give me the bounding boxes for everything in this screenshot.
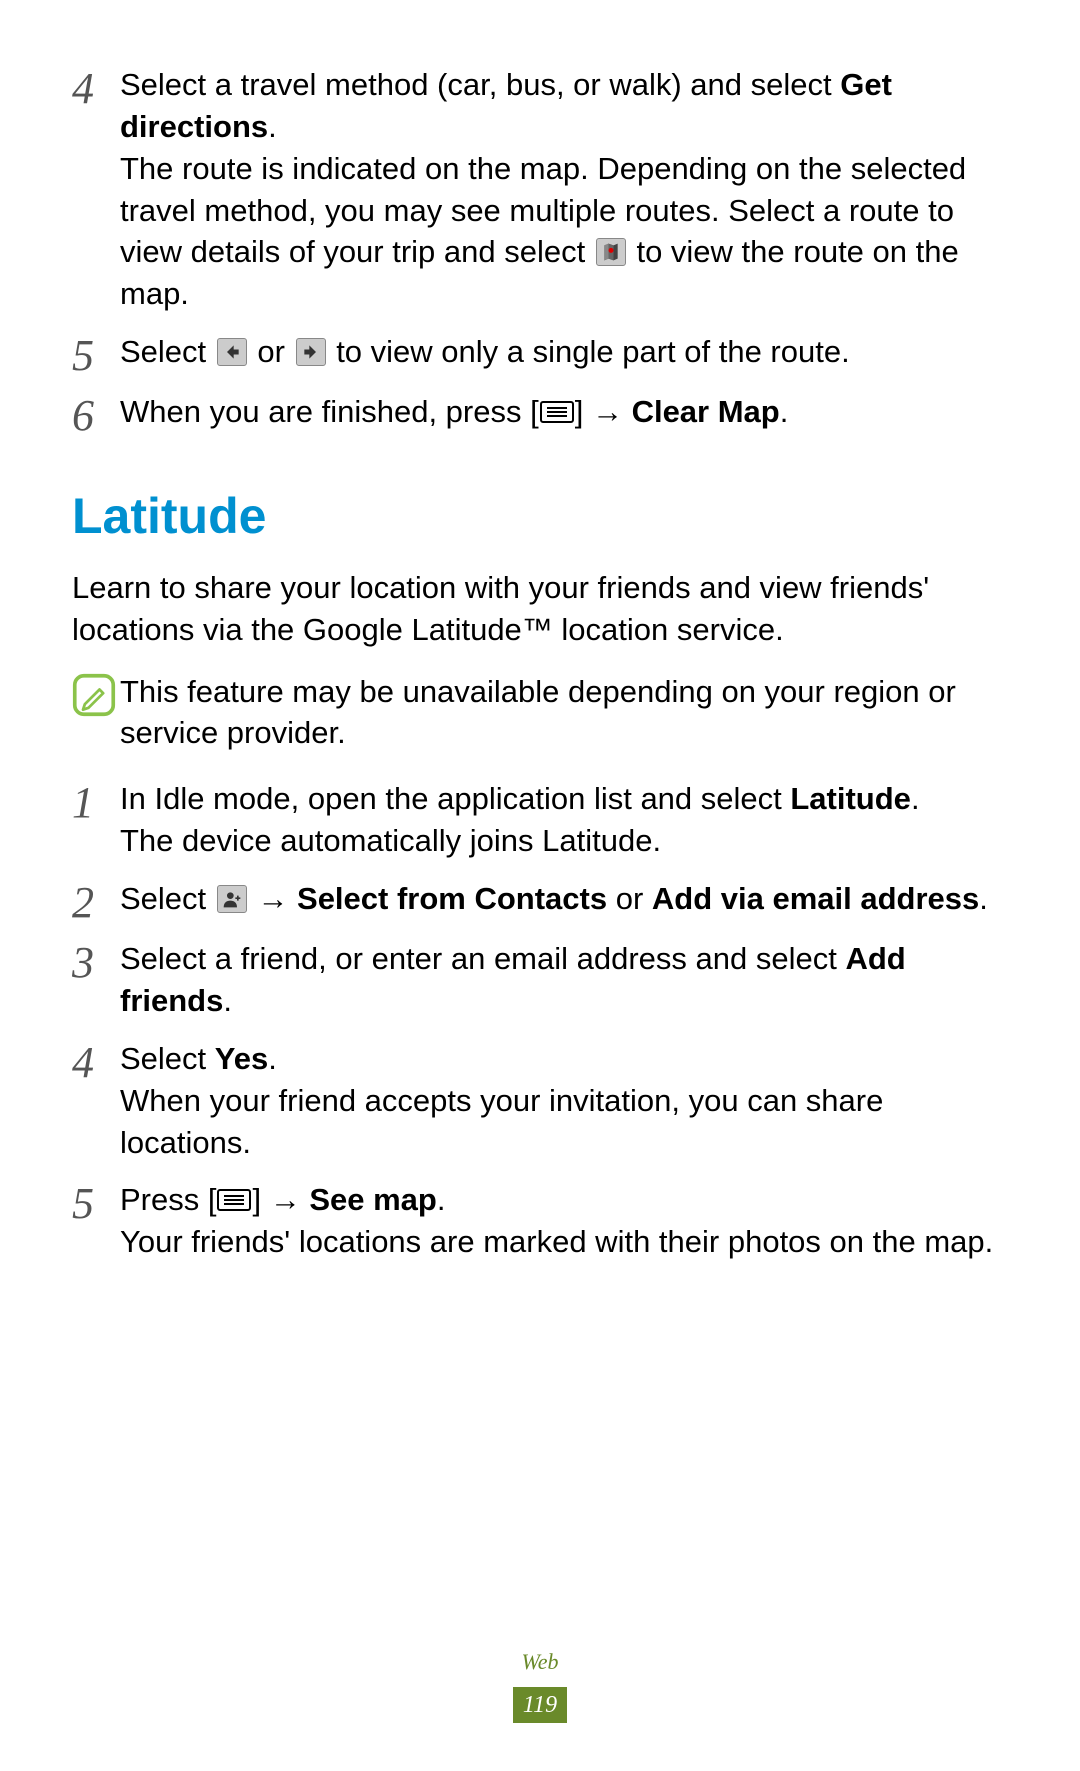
footer-page-number: 119 <box>513 1687 567 1723</box>
section-title-latitude: Latitude <box>72 483 1008 551</box>
menu-button-icon <box>216 1188 252 1212</box>
note-row: This feature may be unavailable dependin… <box>72 671 1008 755</box>
page-footer: Web 119 <box>0 1647 1080 1723</box>
step-text: Select → Select from Contacts or Add via… <box>120 878 1008 924</box>
step-number: 5 <box>72 331 120 379</box>
step-number: 4 <box>72 64 120 112</box>
steps_bottom-step: 4Select Yes.When your friend accepts you… <box>72 1038 1008 1168</box>
step-number: 1 <box>72 778 120 826</box>
step-text: Select or to view only a single part of … <box>120 331 1008 377</box>
step-text: In Idle mode, open the application list … <box>120 778 1008 866</box>
steps_top-step: 6When you are finished, press [] → Clear… <box>72 391 1008 439</box>
steps_bottom-step: 2Select → Select from Contacts or Add vi… <box>72 878 1008 926</box>
add-person-icon <box>217 885 247 913</box>
step-number: 3 <box>72 938 120 986</box>
steps_top-step: 4Select a travel method (car, bus, or wa… <box>72 64 1008 319</box>
arrow-left-icon <box>217 338 247 366</box>
step-number: 5 <box>72 1179 120 1227</box>
steps-top-list: 4Select a travel method (car, bus, or wa… <box>72 64 1008 439</box>
step-number: 2 <box>72 878 120 926</box>
footer-section-label: Web <box>0 1647 1080 1677</box>
steps_bottom-step: 5Press [] → See map.Your friends' locati… <box>72 1179 1008 1267</box>
step-text: Select a friend, or enter an email addre… <box>120 938 1008 1026</box>
step-text: When you are finished, press [] → Clear … <box>120 391 1008 437</box>
menu-button-icon <box>539 400 575 424</box>
note-icon <box>72 671 120 728</box>
step-number: 4 <box>72 1038 120 1086</box>
steps_bottom-step: 3Select a friend, or enter an email addr… <box>72 938 1008 1026</box>
step-text: Press [] → See map.Your friends' locatio… <box>120 1179 1008 1267</box>
steps_top-step: 5Select or to view only a single part of… <box>72 331 1008 379</box>
note-text: This feature may be unavailable dependin… <box>120 671 1008 755</box>
steps_bottom-step: 1In Idle mode, open the application list… <box>72 778 1008 866</box>
map-icon <box>596 238 626 266</box>
steps-bottom-list: 1In Idle mode, open the application list… <box>72 778 1008 1267</box>
step-text: Select a travel method (car, bus, or wal… <box>120 64 1008 319</box>
step-number: 6 <box>72 391 120 439</box>
latitude-lead: Learn to share your location with your f… <box>72 567 1008 651</box>
arrow-right-icon <box>296 338 326 366</box>
step-text: Select Yes.When your friend accepts your… <box>120 1038 1008 1168</box>
